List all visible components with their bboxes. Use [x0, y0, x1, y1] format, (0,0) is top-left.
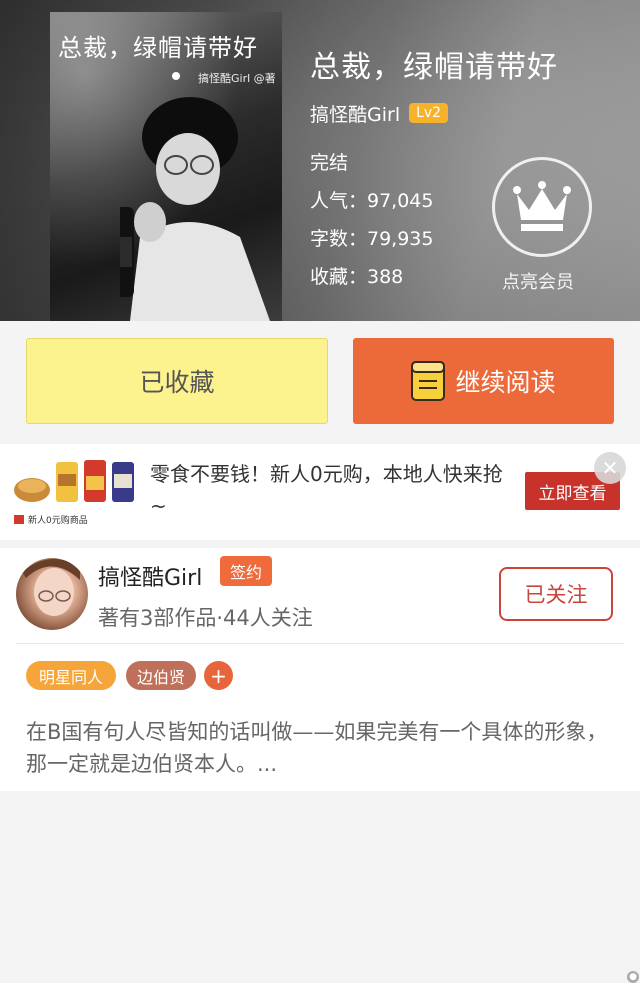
- ad-text[interactable]: 零食不要钱！新人0元购，本地人快来抢~: [150, 458, 510, 522]
- book-icon: [411, 361, 446, 401]
- vip-button[interactable]: [492, 157, 592, 257]
- crown-icon: [513, 181, 571, 231]
- ad-image: 新人0元购商品: [12, 456, 138, 526]
- cover-dot: [172, 72, 180, 80]
- tag-mingxing-tongren[interactable]: 明星同人: [26, 661, 116, 690]
- author-avatar[interactable]: [16, 558, 88, 630]
- book-cover[interactable]: 总裁，绿帽请带好 搞怪酷Girl @著: [50, 12, 282, 321]
- close-icon[interactable]: ✕: [594, 452, 626, 484]
- book-author-row: 搞怪酷Girl Lv2: [310, 100, 449, 127]
- book-title: 总裁，绿帽请带好: [310, 50, 558, 85]
- cover-author: 搞怪酷Girl @著: [198, 72, 276, 85]
- author-meta: 著有3部作品·44人关注: [98, 606, 313, 630]
- author-name[interactable]: 搞怪酷Girl: [98, 560, 202, 592]
- book-word-count: 字数：79,935: [310, 228, 434, 250]
- tag-bian-boxian[interactable]: 边伯贤: [126, 661, 196, 690]
- ad-image-caption: 新人0元购商品: [12, 513, 138, 526]
- divider: [16, 643, 624, 644]
- continue-reading-label: 继续阅读: [455, 368, 556, 397]
- signed-badge: 签约: [220, 556, 273, 586]
- book-popularity: 人气：97,045: [310, 190, 434, 212]
- book-header: 总裁，绿帽请带好 搞怪酷Girl @著 总裁，绿帽请带好 搞怪酷Girl Lv2…: [0, 0, 640, 321]
- add-tag-button[interactable]: +: [204, 661, 233, 690]
- book-favorites: 收藏：388: [310, 266, 404, 288]
- continue-reading-button[interactable]: 继续阅读: [353, 338, 614, 424]
- author-card: 搞怪酷Girl 签约 著有3部作品·44人关注 已关注 明星同人 边伯贤 + 在…: [0, 548, 640, 791]
- follow-button[interactable]: 已关注: [499, 567, 613, 621]
- book-status: 完结: [310, 152, 349, 174]
- ad-info-icon[interactable]: ●: [627, 971, 639, 983]
- book-summary[interactable]: 在B国有句人尽皆知的话叫做——如果完美有一个具体的形象，那一定就是边伯贤本人。.…: [26, 716, 616, 780]
- author-level-badge: Lv2: [409, 103, 449, 123]
- snack-products-image: [14, 460, 134, 502]
- avatar-portrait: [22, 558, 80, 616]
- book-author-name[interactable]: 搞怪酷Girl: [310, 100, 400, 127]
- favorited-button[interactable]: 已收藏: [26, 338, 328, 424]
- cover-figure-illustration: [120, 97, 270, 321]
- ad-banner[interactable]: 新人0元购商品 零食不要钱！新人0元购，本地人快来抢~ 立即查看 ●: [0, 444, 640, 983]
- cover-title: 总裁，绿帽请带好: [58, 34, 258, 62]
- vip-label[interactable]: 点亮会员: [502, 268, 574, 294]
